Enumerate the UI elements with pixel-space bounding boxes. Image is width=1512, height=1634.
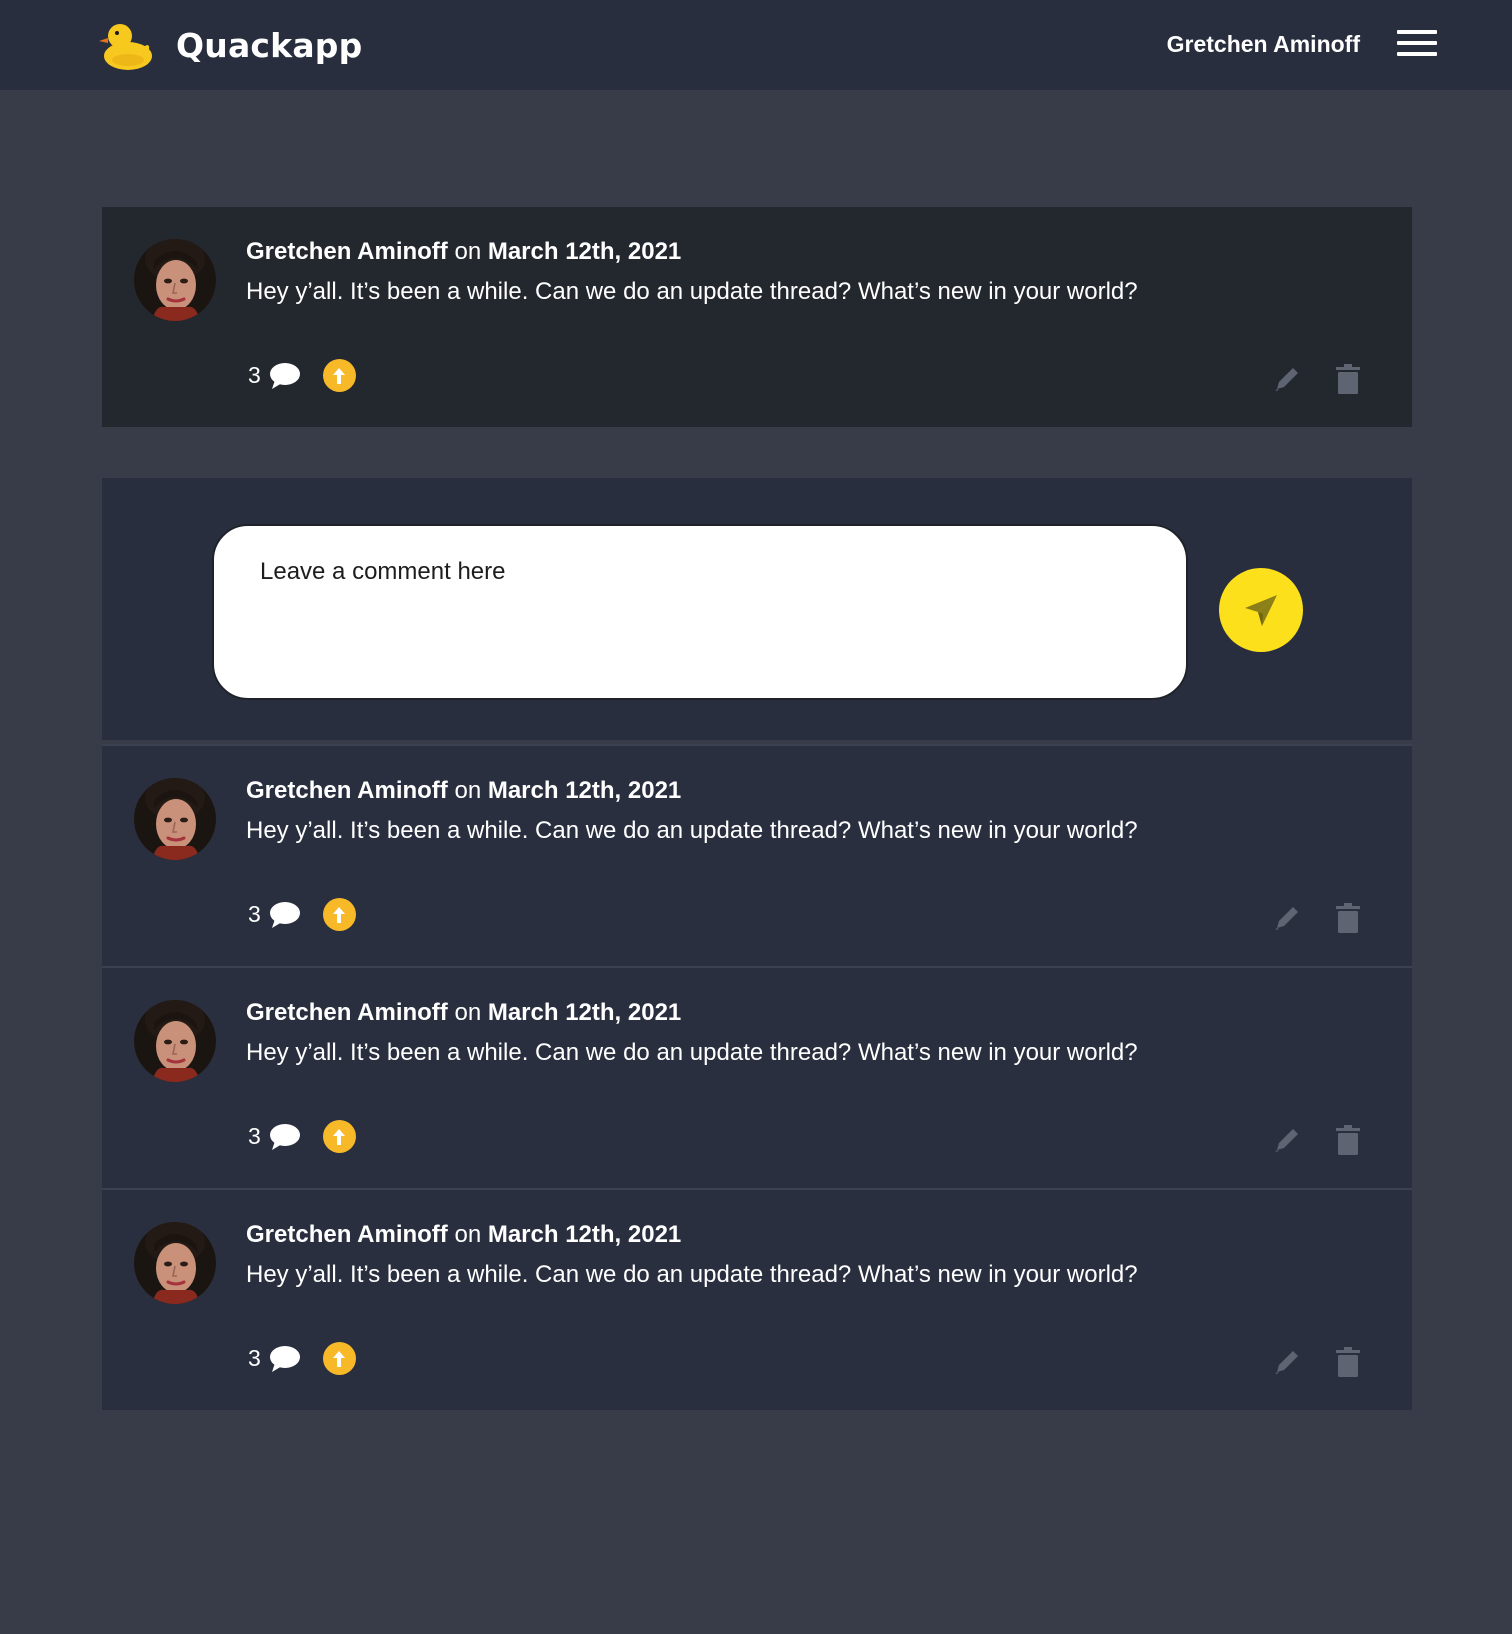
avatar[interactable] <box>134 778 216 860</box>
meta-on: on <box>454 999 482 1026</box>
delete-trash-icon[interactable] <box>1336 364 1360 394</box>
comment-bubble-icon[interactable] <box>269 1345 301 1373</box>
meta-on: on <box>454 1221 482 1248</box>
upvote-button[interactable] <box>322 1120 356 1153</box>
hamburger-menu-icon[interactable] <box>1397 30 1437 56</box>
delete-trash-icon[interactable] <box>1336 1347 1360 1377</box>
comment-date: March 12th, 2021 <box>487 999 682 1026</box>
menu-line <box>1397 52 1437 56</box>
post-meta: Gretchen Aminoff on March 12th, 2021 <box>246 238 681 266</box>
arrow-up-icon <box>331 367 347 385</box>
comment-meta: Gretchen Aminoff on March 12th, 2021 <box>246 999 681 1027</box>
avatar-image <box>134 1222 216 1304</box>
upvote-button[interactable] <box>322 1342 356 1375</box>
author-name[interactable]: Gretchen Aminoff <box>246 238 448 265</box>
comment-meta: Gretchen Aminoff on March 12th, 2021 <box>246 1221 681 1249</box>
comment: Gretchen Aminoff on March 12th, 2021 Hey… <box>102 1190 1412 1410</box>
brand-name: Quackapp <box>176 25 363 65</box>
comment-date: March 12th, 2021 <box>487 777 682 804</box>
arrow-up-icon <box>331 1128 347 1146</box>
post-text: Hey y’all. It’s been a while. Can we do … <box>246 278 1138 305</box>
delete-trash-icon[interactable] <box>1336 903 1360 933</box>
current-user-name[interactable]: Gretchen Aminoff <box>1167 31 1360 58</box>
avatar[interactable] <box>134 1222 216 1304</box>
comment-stats: 3 <box>248 1342 356 1375</box>
post-date: March 12th, 2021 <box>487 238 682 265</box>
comment-bubble-icon[interactable] <box>269 362 301 390</box>
comment-text: Hey y’all. It’s been a while. Can we do … <box>246 1261 1138 1288</box>
comment-text: Hey y’all. It’s been a while. Can we do … <box>246 817 1138 844</box>
edit-pencil-icon[interactable] <box>1272 1347 1302 1377</box>
comment-stats: 3 <box>248 1120 356 1153</box>
arrow-up-icon <box>331 906 347 924</box>
original-post: Gretchen Aminoff on March 12th, 2021 Hey… <box>102 207 1412 427</box>
comment-count: 3 <box>248 362 261 388</box>
send-icon <box>1245 595 1277 626</box>
author-name[interactable]: Gretchen Aminoff <box>246 1221 448 1248</box>
edit-pencil-icon[interactable] <box>1272 1125 1302 1155</box>
author-name[interactable]: Gretchen Aminoff <box>246 777 448 804</box>
upvote-button[interactable] <box>322 898 356 931</box>
send-comment-button[interactable] <box>1219 568 1303 652</box>
edit-pencil-icon[interactable] <box>1272 903 1302 933</box>
edit-pencil-icon[interactable] <box>1272 364 1302 394</box>
comment-composer <box>102 478 1412 740</box>
avatar[interactable] <box>134 239 216 321</box>
author-name[interactable]: Gretchen Aminoff <box>246 999 448 1026</box>
comment-count: 3 <box>248 901 261 927</box>
comment-date: March 12th, 2021 <box>487 1221 682 1248</box>
delete-trash-icon[interactable] <box>1336 1125 1360 1155</box>
comment-stats: 3 <box>248 898 356 931</box>
comment: Gretchen Aminoff on March 12th, 2021 Hey… <box>102 746 1412 966</box>
arrow-up-icon <box>331 1350 347 1368</box>
comment-bubble-icon[interactable] <box>269 1123 301 1151</box>
avatar-image <box>134 778 216 860</box>
meta-on: on <box>454 777 482 804</box>
menu-line <box>1397 41 1437 45</box>
top-navigation-bar: Quackapp Gretchen Aminoff <box>0 0 1512 90</box>
comment-count: 3 <box>248 1123 261 1149</box>
avatar-image <box>134 239 216 321</box>
brand[interactable]: Quackapp <box>98 18 362 72</box>
avatar-image <box>134 1000 216 1082</box>
comment-meta: Gretchen Aminoff on March 12th, 2021 <box>246 777 681 805</box>
rubber-duck-icon <box>99 24 152 70</box>
comment: Gretchen Aminoff on March 12th, 2021 Hey… <box>102 968 1412 1188</box>
comment-count: 3 <box>248 1345 261 1371</box>
avatar[interactable] <box>134 1000 216 1082</box>
comment-input[interactable] <box>212 524 1188 700</box>
post-stats: 3 <box>248 359 356 392</box>
menu-line <box>1397 30 1437 34</box>
comment-text: Hey y’all. It’s been a while. Can we do … <box>246 1039 1138 1066</box>
meta-on: on <box>454 238 482 265</box>
comment-bubble-icon[interactable] <box>269 901 301 929</box>
upvote-button[interactable] <box>322 359 356 392</box>
